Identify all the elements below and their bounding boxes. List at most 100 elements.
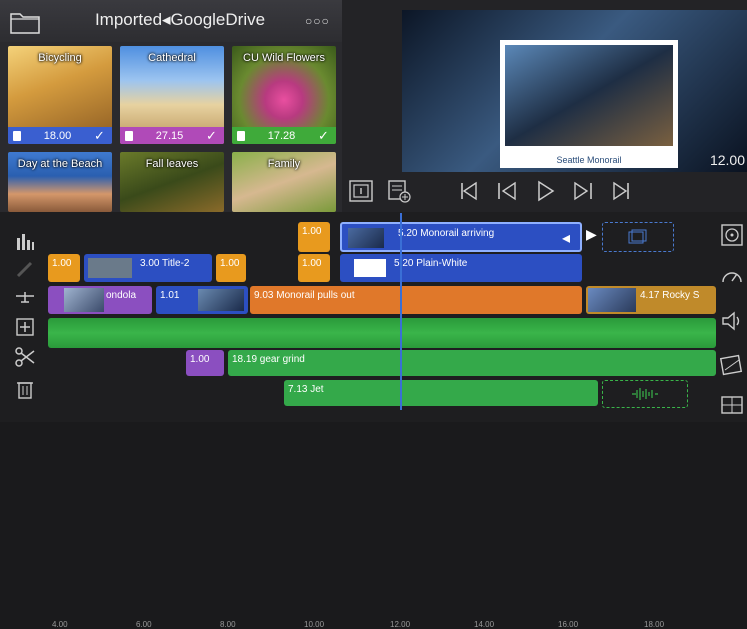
browser-header: Imported◂GoogleDrive ○○○ <box>0 0 342 42</box>
thumbnail-name: Day at the Beach <box>17 158 103 170</box>
clip-gondola[interactable]: ondola <box>48 286 152 314</box>
clip-label: 9.03 Monorail pulls out <box>254 290 355 301</box>
clip-duration: 1.00 <box>302 226 322 237</box>
sound-effect-clip[interactable]: 1.00 <box>186 350 224 376</box>
ruler-tick: 16.00 <box>558 620 579 629</box>
timeline[interactable]: 1.00 5.20 Monorail arriving ◂ ▶ 1.00 3.0… <box>0 212 747 629</box>
thumbnail-fall-leaves[interactable]: Fall leaves <box>120 152 224 212</box>
clip-thumbnail <box>354 259 386 277</box>
folder-icon[interactable] <box>10 10 40 34</box>
clip-thumbnail <box>198 289 244 311</box>
audio-levels-icon[interactable] <box>14 230 36 252</box>
ruler-tick: 14.00 <box>474 620 495 629</box>
clip-duration: 1.00 <box>190 354 210 365</box>
thumbnail-bicycling[interactable]: Bicycling 18.00 ✓ <box>8 46 112 144</box>
thumbnail-name: Cathedral <box>148 52 196 64</box>
browser-title: Imported◂GoogleDrive <box>94 10 266 29</box>
title-clip[interactable]: 1.00 <box>298 222 330 252</box>
transition-arrow-icon[interactable]: ▶ <box>586 226 597 243</box>
clip-label: 5.20 Plain-White <box>394 258 468 269</box>
storyboard-icon[interactable] <box>719 392 745 418</box>
timecode: 12.00 <box>709 152 745 168</box>
clip-label: 4.17 Rocky S <box>640 290 700 301</box>
volume-icon[interactable] <box>719 308 745 334</box>
transition-icon[interactable] <box>719 352 745 378</box>
step-forward-icon[interactable] <box>570 178 596 204</box>
ruler-tick: 8.00 <box>220 620 236 629</box>
inset-caption: Seattle Monorail <box>556 155 622 165</box>
pen-icon[interactable] <box>14 258 36 280</box>
ruler-tick: 12.00 <box>390 620 411 629</box>
title-clip[interactable]: 1.00 <box>48 254 80 282</box>
thumbnail-duration-bar: 18.00 ✓ <box>8 127 112 144</box>
checkmark-icon: ✓ <box>318 127 329 143</box>
clip-monorail-pulls-out[interactable]: 9.03 Monorail pulls out <box>250 286 582 314</box>
thumbnail-cu-wild-flowers[interactable]: CU Wild Flowers 17.28 ✓ <box>232 46 336 144</box>
photo-inset: Seattle Monorail <box>500 40 678 168</box>
media-browser: Imported◂GoogleDrive ○○○ Bicycling 18.00… <box>0 0 342 212</box>
title-clip[interactable]: 1.00 <box>216 254 246 282</box>
clip-label: 3.00 Title-2 <box>140 258 190 269</box>
clip-duration: 1.01 <box>160 290 180 301</box>
playhead[interactable] <box>400 213 402 410</box>
ruler-tick: 10.00 <box>304 620 325 629</box>
clip-rocky[interactable]: 4.17 Rocky S <box>586 286 716 314</box>
clip-thumbnail <box>588 288 636 312</box>
trash-icon[interactable] <box>14 378 36 400</box>
speed-gauge-icon[interactable] <box>719 264 745 290</box>
clip-info-icon[interactable] <box>348 178 374 204</box>
step-back-icon[interactable] <box>494 178 520 204</box>
thumbnail-cathedral[interactable]: Cathedral 27.15 ✓ <box>120 46 224 144</box>
add-track-icon[interactable] <box>14 316 36 338</box>
scissors-icon[interactable] <box>14 346 36 368</box>
clip-label: 5.20 Monorail arriving <box>398 228 495 239</box>
clip-gear-grind[interactable]: 18.19 gear grind <box>228 350 716 376</box>
skip-to-start-icon[interactable] <box>456 178 482 204</box>
thumbnail-day-at-the-beach[interactable]: Day at the Beach <box>8 152 112 212</box>
clip-gondola-transition[interactable]: 1.01 <box>156 286 248 314</box>
thumbnail-name: Fall leaves <box>145 158 199 170</box>
clip-duration: 1.00 <box>302 258 322 269</box>
clip-title-2[interactable]: 3.00 Title-2 <box>84 254 212 282</box>
thumbnail-duration-bar: 17.28 ✓ <box>232 127 336 144</box>
title-clip[interactable]: 1.00 <box>298 254 330 282</box>
clip-thumbnail <box>64 288 104 312</box>
checkmark-icon: ✓ <box>206 127 217 143</box>
trim-handle-icon[interactable]: ◂ <box>562 228 570 248</box>
disk-icon[interactable] <box>719 222 745 248</box>
music-track[interactable] <box>48 318 716 348</box>
empty-video-slot[interactable] <box>602 222 674 252</box>
play-icon[interactable] <box>532 178 558 204</box>
clip-label: 7.13 Jet <box>288 384 324 395</box>
film-icon <box>237 130 245 141</box>
empty-audio-slot[interactable] <box>602 380 688 408</box>
clip-label: 18.19 gear grind <box>232 354 305 365</box>
ruler-tick: 6.00 <box>136 620 152 629</box>
clip-thumbnail <box>348 228 384 248</box>
ruler-tick: 4.00 <box>52 620 68 629</box>
inset-photo <box>505 45 673 146</box>
thumbnail-family[interactable]: Family <box>232 152 336 212</box>
video-preview[interactable]: Seattle Monorail <box>402 10 747 172</box>
preview-panel: Seattle Monorail 12.00 <box>342 0 747 212</box>
skip-to-end-icon[interactable] <box>608 178 634 204</box>
thumbnail-name: CU Wild Flowers <box>243 52 325 64</box>
more-options-icon[interactable]: ○○○ <box>305 14 330 28</box>
split-track-icon[interactable] <box>14 286 36 308</box>
clip-thumbnail <box>88 258 132 278</box>
thumbnail-name: Family <box>267 158 301 170</box>
thumbnail-duration: 18.00 <box>43 129 72 142</box>
clip-label: ondola <box>106 290 137 301</box>
clip-plain-white[interactable]: 5.20 Plain-White <box>340 254 582 282</box>
thumbnail-duration: 17.28 <box>267 129 296 142</box>
clip-duration: 1.00 <box>220 258 240 269</box>
audio-waveform-icon <box>632 388 658 400</box>
thumbnail-duration: 27.15 <box>155 129 184 142</box>
clip-monorail-arriving[interactable]: 5.20 Monorail arriving ◂ <box>340 222 582 252</box>
clip-jet[interactable]: 7.13 Jet <box>284 380 598 406</box>
film-icon <box>13 130 21 141</box>
thumbnail-duration-bar: 27.15 ✓ <box>120 127 224 144</box>
video-slot-icon <box>628 229 647 244</box>
add-to-project-icon[interactable] <box>386 178 412 204</box>
thumbnail-name: Bicycling <box>38 52 82 64</box>
